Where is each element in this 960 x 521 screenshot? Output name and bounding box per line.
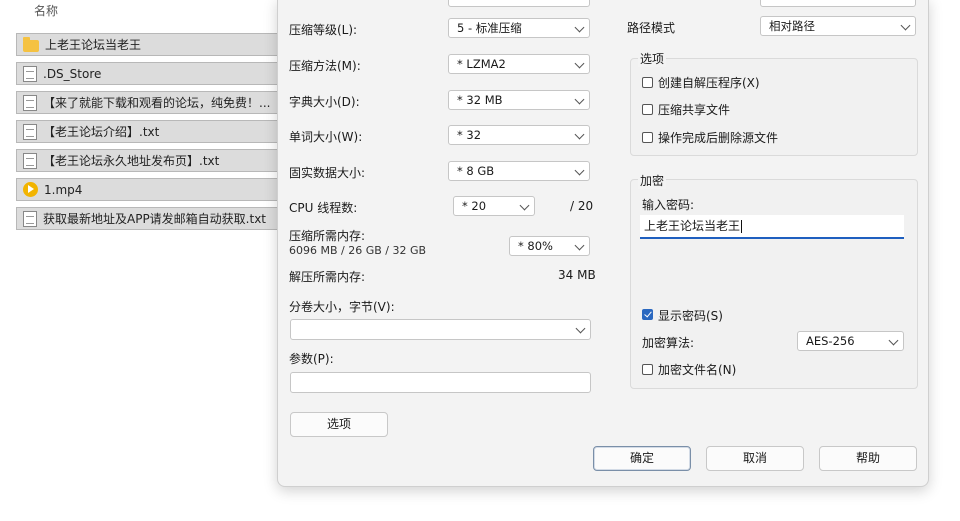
decompress-memory-label: 解压所需内存:	[289, 270, 366, 284]
chevron-down-icon	[900, 20, 911, 31]
cancel-button[interactable]: 取消	[706, 446, 804, 471]
compress-shared-checkbox[interactable]	[642, 104, 653, 115]
encryption-group-title: 加密	[638, 172, 667, 189]
cpu-threads-value: * 20	[462, 199, 487, 213]
folder-icon	[23, 36, 39, 52]
file-name: .DS_Store	[43, 66, 102, 81]
chevron-down-icon	[574, 22, 585, 33]
document-icon	[23, 65, 37, 82]
path-mode-label: 路径模式	[627, 21, 676, 35]
document-icon	[23, 94, 37, 111]
encryption-method-label: 加密算法:	[642, 336, 695, 350]
chevron-down-icon	[574, 94, 585, 105]
compression-level-select[interactable]: 5 - 标准压缩	[448, 18, 590, 38]
word-size-value: * 32	[457, 128, 482, 142]
help-button[interactable]: 帮助	[819, 446, 917, 471]
compression-method-select[interactable]: * LZMA2	[448, 54, 590, 74]
update-mode-select[interactable]	[760, 0, 916, 7]
compress-memory-select[interactable]: * 80%	[509, 236, 590, 256]
file-row[interactable]: 【老王论坛永久地址发布页】.txt	[16, 149, 278, 172]
file-row[interactable]: 【老王论坛介绍】.txt	[16, 120, 278, 143]
encryption-method-select[interactable]: AES-256	[797, 331, 904, 351]
path-mode-select[interactable]: 相对路径	[760, 16, 916, 36]
name-column-header[interactable]: 名称	[34, 2, 58, 19]
dictionary-size-label: 字典大小(D):	[289, 95, 360, 109]
cpu-threads-select[interactable]: * 20	[453, 196, 535, 216]
ok-button[interactable]: 确定	[593, 446, 691, 471]
compress-memory-label: 压缩所需内存:	[289, 229, 366, 243]
file-row[interactable]: 获取最新地址及APP请发邮箱自动获取.txt	[16, 207, 278, 230]
encrypt-names-checkbox[interactable]	[642, 364, 653, 375]
archive-format-select[interactable]	[448, 0, 590, 7]
cpu-threads-label: CPU 线程数:	[289, 201, 358, 215]
encrypt-names-label[interactable]: 加密文件名(N)	[658, 361, 736, 378]
compress-memory-detail: 6096 MB / 26 GB / 32 GB	[289, 244, 427, 257]
file-row-folder[interactable]: 上老王论坛当老王	[16, 33, 278, 56]
add-to-archive-dialog: 压缩等级(L): 5 - 标准压缩 压缩方法(M): * LZMA2 字典大小(…	[277, 0, 929, 487]
file-name: 【老王论坛介绍】.txt	[43, 125, 160, 139]
compression-level-value: 5 - 标准压缩	[457, 21, 522, 35]
create-sfx-checkbox[interactable]	[642, 77, 653, 88]
split-volume-label: 分卷大小，字节(V):	[289, 300, 395, 314]
compress-shared-label[interactable]: 压缩共享文件	[658, 101, 730, 118]
word-size-select[interactable]: * 32	[448, 125, 590, 145]
cpu-threads-max: / 20	[570, 199, 594, 213]
solid-block-size-value: * 8 GB	[457, 164, 495, 178]
compress-memory-value: * 80%	[518, 239, 553, 253]
document-icon	[23, 123, 37, 140]
chevron-down-icon	[575, 323, 586, 334]
video-icon	[23, 182, 38, 197]
show-password-checkbox[interactable]	[642, 309, 653, 320]
file-name: 上老王论坛当老王	[45, 38, 142, 52]
file-list: 上老王论坛当老王 .DS_Store 【来了就能下载和观看的论坛，纯免费！...…	[16, 33, 278, 236]
file-name: 1.mp4	[44, 182, 83, 197]
file-row[interactable]: .DS_Store	[16, 62, 278, 85]
delete-after-checkbox[interactable]	[642, 132, 653, 143]
create-sfx-label[interactable]: 创建自解压程序(X)	[658, 74, 760, 91]
chevron-down-icon	[574, 165, 585, 176]
file-name: 【来了就能下载和观看的论坛，纯免费！...	[43, 96, 271, 110]
document-icon	[23, 210, 37, 227]
chevron-down-icon	[574, 129, 585, 140]
document-icon	[23, 152, 37, 169]
file-row[interactable]: 【来了就能下载和观看的论坛，纯免费！...	[16, 91, 278, 114]
compression-method-value: * LZMA2	[457, 57, 506, 71]
show-password-label[interactable]: 显示密码(S)	[658, 307, 723, 324]
options-group-title: 选项	[638, 50, 667, 67]
chevron-down-icon	[519, 200, 530, 211]
compression-method-label: 压缩方法(M):	[289, 59, 361, 73]
decompress-memory-value: 34 MB	[558, 268, 596, 282]
dictionary-size-select[interactable]: * 32 MB	[448, 90, 590, 110]
password-label: 输入密码:	[642, 198, 695, 212]
chevron-down-icon	[574, 58, 585, 69]
solid-block-size-select[interactable]: * 8 GB	[448, 161, 590, 181]
compression-level-label: 压缩等级(L):	[289, 23, 358, 37]
split-volume-combobox[interactable]	[290, 319, 591, 340]
parameters-label: 参数(P):	[289, 352, 334, 366]
password-input[interactable]: 上老王论坛当老王	[640, 215, 904, 239]
chevron-down-icon	[574, 240, 585, 251]
options-button[interactable]: 选项	[290, 412, 388, 437]
parameters-input[interactable]	[290, 372, 591, 393]
file-row[interactable]: 1.mp4	[16, 178, 278, 201]
solid-block-size-label: 固实数据大小:	[289, 166, 366, 180]
chevron-down-icon	[888, 335, 899, 346]
file-name: 获取最新地址及APP请发邮箱自动获取.txt	[43, 212, 267, 226]
file-name: 【老王论坛永久地址发布页】.txt	[43, 154, 220, 168]
word-size-label: 单词大小(W):	[289, 130, 363, 144]
delete-after-label[interactable]: 操作完成后删除源文件	[658, 129, 778, 146]
text-caret	[741, 220, 743, 233]
encryption-method-value: AES-256	[806, 334, 855, 348]
password-value: 上老王论坛当老王	[644, 219, 741, 233]
dictionary-size-value: * 32 MB	[457, 93, 503, 107]
path-mode-value: 相对路径	[769, 19, 815, 33]
